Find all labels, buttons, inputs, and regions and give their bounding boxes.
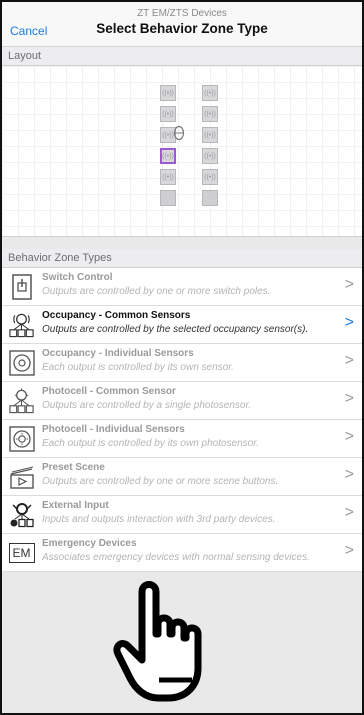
em-icon-label: EM — [8, 542, 35, 563]
chevron-right-icon: > — [344, 428, 354, 445]
zone-type-description: Outputs are controlled by the selected o… — [42, 324, 309, 335]
zone-type-row-preset-scene[interactable]: Preset Scene Outputs are controlled by o… — [2, 458, 362, 496]
zone-type-title: Emergency Devices — [42, 538, 137, 549]
wireless-sensor-icon: ((•)) — [162, 89, 174, 97]
sensor-slot[interactable]: ((•)) — [160, 85, 176, 101]
zone-type-description: Outputs are controlled by one or more sc… — [42, 476, 279, 487]
photocell-individual-icon — [8, 425, 35, 452]
zone-type-row-occupancy-common[interactable]: Occupancy - Common Sensors Outputs are c… — [2, 306, 362, 344]
zone-type-description: Outputs are controlled by a single photo… — [42, 400, 252, 411]
sensor-slot-selected[interactable]: ((•)) — [160, 148, 176, 164]
photocell-common-icon — [8, 387, 35, 414]
sensor-slot[interactable]: ((•)) — [202, 127, 218, 143]
sensor-slot[interactable]: ((•)) — [202, 106, 218, 122]
app-frame: ZT EM/ZTS Devices Cancel Select Behavior… — [0, 0, 364, 715]
zone-type-description: Outputs are controlled by one or more sw… — [42, 286, 271, 297]
chevron-right-icon: > — [344, 542, 354, 559]
chevron-right-icon: > — [344, 504, 354, 521]
external-input-icon — [8, 501, 35, 528]
sensor-slot[interactable]: ((•)) — [160, 169, 176, 185]
wireless-sensor-icon: ((•)) — [162, 152, 174, 160]
zone-type-title: Photocell - Common Sensor — [42, 386, 176, 397]
wireless-sensor-icon: ((•)) — [204, 131, 216, 139]
chevron-right-icon: > — [344, 276, 354, 293]
zone-type-list: Switch Control Outputs are controlled by… — [2, 268, 362, 572]
wireless-sensor-icon: ((•)) — [204, 173, 216, 181]
zone-type-title: Photocell - Individual Sensors — [42, 424, 185, 435]
chevron-right-icon: > — [344, 390, 354, 407]
switch-icon — [8, 273, 35, 300]
zone-type-row-occupancy-individual[interactable]: Occupancy - Individual Sensors Each outp… — [2, 344, 362, 382]
chevron-right-icon: > — [344, 314, 354, 331]
zone-type-row-switch-control[interactable]: Switch Control Outputs are controlled by… — [2, 268, 362, 306]
occupancy-common-icon — [8, 311, 35, 338]
em-icon: EM — [8, 539, 35, 566]
sensor-slot[interactable]: ((•)) — [202, 85, 218, 101]
pointing-hand-icon — [112, 572, 247, 707]
wireless-sensor-icon: ((•)) — [162, 173, 174, 181]
layout-grid: ((•)) ((•)) ((•)) ((•)) ((•)) ((•)) ((•)… — [2, 66, 362, 237]
wireless-sensor-icon: ((•)) — [204, 89, 216, 97]
occupancy-individual-icon — [8, 349, 35, 376]
nav-subtitle: ZT EM/ZTS Devices — [137, 8, 227, 19]
zone-type-title: Switch Control — [42, 272, 113, 283]
chevron-right-icon: > — [344, 352, 354, 369]
bulb-icon — [173, 125, 185, 144]
sensor-slot[interactable]: ((•)) — [202, 169, 218, 185]
page-title: Select Behavior Zone Type — [96, 21, 268, 36]
zone-type-row-emergency-devices[interactable]: EM Emergency Devices Associates emergenc… — [2, 534, 362, 572]
nav-bar: ZT EM/ZTS Devices Cancel Select Behavior… — [2, 2, 362, 47]
zone-type-description: Each output is controlled by its own sen… — [42, 362, 234, 373]
zone-type-description: Associates emergency devices with normal… — [42, 552, 310, 563]
zone-type-title: External Input — [42, 500, 109, 511]
wireless-sensor-icon: ((•)) — [204, 110, 216, 118]
zone-type-row-photocell-individual[interactable]: Photocell - Individual Sensors Each outp… — [2, 420, 362, 458]
zone-type-row-photocell-common[interactable]: Photocell - Common Sensor Outputs are co… — [2, 382, 362, 420]
empty-slot[interactable] — [160, 190, 176, 206]
chevron-right-icon: > — [344, 466, 354, 483]
zone-type-description: Inputs and outputs interaction with 3rd … — [42, 514, 276, 525]
sensor-slot[interactable]: ((•)) — [202, 148, 218, 164]
zone-type-description: Each output is controlled by its own pho… — [42, 438, 259, 449]
preset-scene-icon — [8, 463, 35, 490]
empty-slot[interactable] — [202, 190, 218, 206]
sensor-slot[interactable]: ((•)) — [160, 106, 176, 122]
types-section-header: Behavior Zone Types — [2, 249, 362, 268]
zone-type-row-external-input[interactable]: External Input Inputs and outputs intera… — [2, 496, 362, 534]
spacer — [2, 237, 362, 249]
zone-type-title: Occupancy - Common Sensors — [42, 310, 191, 321]
layout-section-header: Layout — [2, 47, 362, 66]
wireless-sensor-icon: ((•)) — [204, 152, 216, 160]
wireless-sensor-icon: ((•)) — [162, 110, 174, 118]
zone-type-title: Preset Scene — [42, 462, 105, 473]
zone-type-title: Occupancy - Individual Sensors — [42, 348, 194, 359]
